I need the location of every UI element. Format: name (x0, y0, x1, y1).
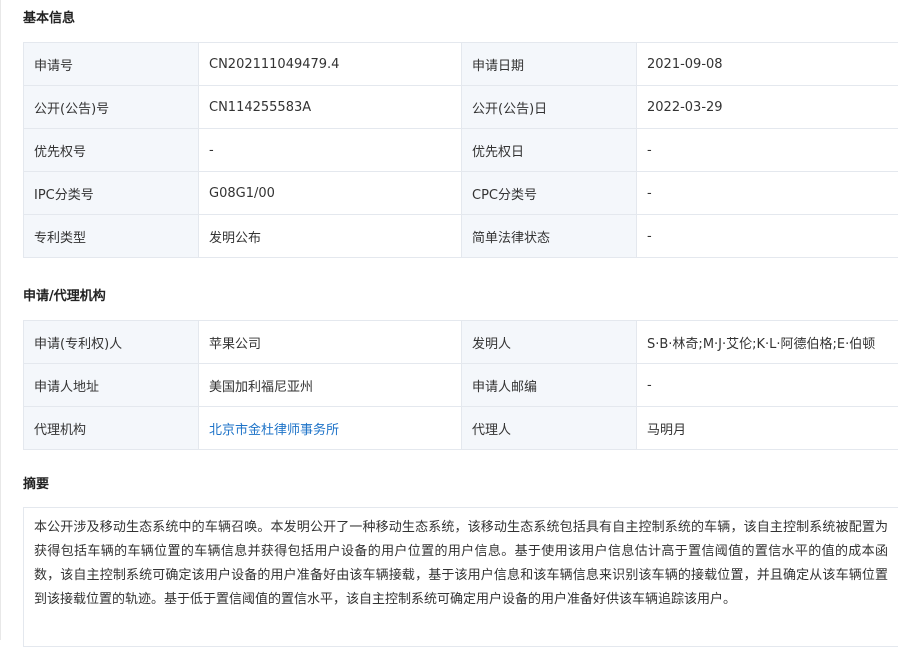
cpc-value: - (637, 172, 898, 215)
priority-date-label: 优先权日 (462, 129, 637, 172)
inventor-value: S·B·林奇;M·J·艾伦;K·L·阿德伯格;E·伯顿 (637, 321, 898, 364)
agency-info-table: 申请(专利权)人 苹果公司 发明人 S·B·林奇;M·J·艾伦;K·L·阿德伯格… (23, 320, 898, 450)
ipc-value: G08G1/00 (199, 172, 462, 215)
agency-link[interactable]: 北京市金杜律师事务所 (199, 407, 462, 450)
applicant-value: 苹果公司 (199, 321, 462, 364)
priority-date-value: - (637, 129, 898, 172)
applicant-postcode-label: 申请人邮编 (462, 364, 637, 407)
legal-status-value: - (637, 215, 898, 258)
inventor-label: 发明人 (462, 321, 637, 364)
publication-date-value: 2022-03-29 (637, 86, 898, 129)
applicant-label: 申请(专利权)人 (24, 321, 199, 364)
publication-date-label: 公开(公告)日 (462, 86, 637, 129)
publication-number-value: CN114255583A (199, 86, 462, 129)
application-date-label: 申请日期 (462, 43, 637, 86)
priority-number-value: - (199, 129, 462, 172)
ipc-label: IPC分类号 (24, 172, 199, 215)
patent-type-value: 发明公布 (199, 215, 462, 258)
agency-info-title: 申请/代理机构 (23, 288, 106, 306)
table-row: 优先权号 - 优先权日 - (24, 129, 898, 172)
table-row: 申请(专利权)人 苹果公司 发明人 S·B·林奇;M·J·艾伦;K·L·阿德伯格… (24, 321, 898, 364)
publication-number-label: 公开(公告)号 (24, 86, 199, 129)
table-row: 专利类型 发明公布 简单法律状态 - (24, 215, 898, 258)
application-date-value: 2021-09-08 (637, 43, 898, 86)
agency-label: 代理机构 (24, 407, 199, 450)
application-number-value: CN202111049479.4 (199, 43, 462, 86)
cpc-label: CPC分类号 (462, 172, 637, 215)
table-row: 申请人地址 美国加利福尼亚州 申请人邮编 - (24, 364, 898, 407)
applicant-postcode-value: - (637, 364, 898, 407)
patent-type-label: 专利类型 (24, 215, 199, 258)
basic-info-table: 申请号 CN202111049479.4 申请日期 2021-09-08 公开(… (23, 42, 898, 258)
basic-info-title: 基本信息 (23, 10, 75, 28)
application-number-label: 申请号 (24, 43, 199, 86)
abstract-text: 本公开涉及移动生态系统中的车辆召唤。本发明公开了一种移动生态系统，该移动生态系统… (23, 507, 898, 647)
table-row: 代理机构 北京市金杜律师事务所 代理人 马明月 (24, 407, 898, 450)
legal-status-label: 简单法律状态 (462, 215, 637, 258)
table-row: 公开(公告)号 CN114255583A 公开(公告)日 2022-03-29 (24, 86, 898, 129)
applicant-address-label: 申请人地址 (24, 364, 199, 407)
applicant-address-value: 美国加利福尼亚州 (199, 364, 462, 407)
patent-detail-page: 基本信息 申请号 CN202111049479.4 申请日期 2021-09-0… (0, 0, 898, 640)
table-row: IPC分类号 G08G1/00 CPC分类号 - (24, 172, 898, 215)
agent-label: 代理人 (462, 407, 637, 450)
table-row: 申请号 CN202111049479.4 申请日期 2021-09-08 (24, 43, 898, 86)
priority-number-label: 优先权号 (24, 129, 199, 172)
abstract-title: 摘要 (23, 476, 49, 494)
agent-value: 马明月 (637, 407, 898, 450)
